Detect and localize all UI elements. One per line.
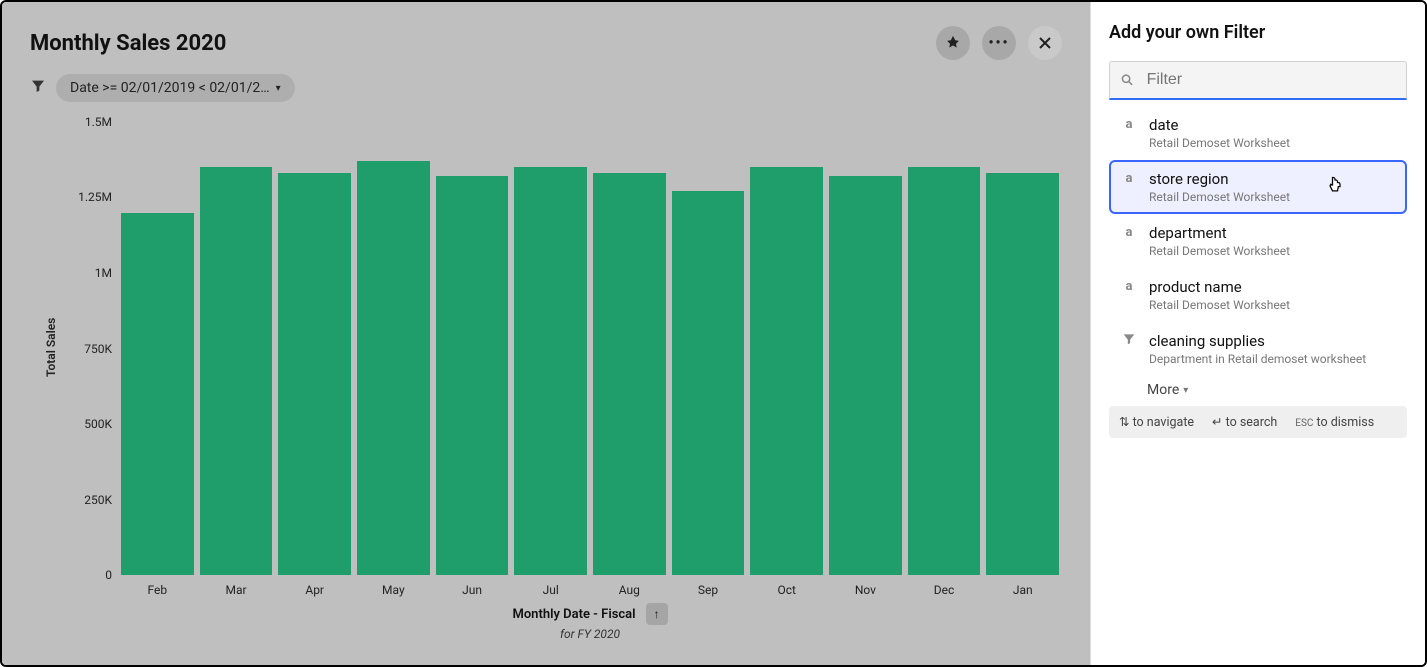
filter-search-box[interactable] — [1109, 61, 1407, 100]
x-tick-label: Aug — [590, 583, 669, 597]
chart-bar[interactable] — [357, 161, 430, 575]
x-tick-label: Nov — [826, 583, 905, 597]
filter-result-item[interactable]: cleaning supplies Department in Retail de… — [1109, 322, 1407, 376]
search-icon — [1120, 72, 1135, 88]
result-sub: Retail Demoset Worksheet — [1149, 190, 1290, 204]
pin-icon — [946, 36, 960, 50]
close-icon — [1039, 37, 1051, 49]
x-tick-label: Apr — [275, 583, 354, 597]
more-label: More — [1147, 382, 1179, 398]
more-icon: ••• — [988, 35, 1009, 51]
x-tick-label: Jul — [511, 583, 590, 597]
hint-search: to search — [1226, 415, 1278, 430]
close-button[interactable] — [1028, 26, 1062, 60]
chart-area: Total Sales 1.5M1.25M1M750K500K250K0 Feb… — [48, 122, 1062, 645]
filter-search-input[interactable] — [1145, 70, 1396, 90]
side-panel-title: Add your own Filter — [1109, 22, 1407, 43]
result-name: product name — [1149, 278, 1290, 296]
y-axis-label: Total Sales — [44, 317, 58, 376]
result-name: cleaning supplies — [1149, 332, 1366, 350]
chevron-down-icon: ▾ — [276, 83, 281, 94]
chart-bar[interactable] — [436, 176, 509, 575]
result-sub: Department in Retail demoset worksheet — [1149, 352, 1366, 366]
filter-side-panel: Add your own Filter adateRetail Demoset … — [1090, 2, 1425, 665]
pin-button[interactable] — [936, 26, 970, 60]
enter-icon: ↵ — [1212, 415, 1222, 430]
chart-plot: 1.5M1.25M1M750K500K250K0 — [118, 122, 1062, 575]
attribute-type-icon: a — [1121, 224, 1137, 242]
y-tick-label: 750K — [60, 342, 112, 356]
result-name: department — [1149, 224, 1290, 242]
x-axis-label: Monthly Date - Fiscal — [512, 607, 635, 622]
y-tick-label: 500K — [60, 417, 112, 431]
result-sub: Retail Demoset Worksheet — [1149, 298, 1290, 312]
esc-key: ESC — [1295, 418, 1313, 429]
more-button[interactable]: ••• — [982, 26, 1016, 60]
chart-bar[interactable] — [908, 167, 981, 575]
filter-result-item[interactable]: adate Retail Demoset Worksheet — [1109, 106, 1407, 160]
chart-title: Monthly Sales 2020 — [30, 31, 226, 56]
x-tick-label: Jun — [433, 583, 512, 597]
cursor-pointer-icon — [1325, 174, 1345, 200]
filter-icon — [1121, 332, 1137, 352]
sort-button[interactable]: ↑ — [646, 603, 668, 625]
main-viz-panel: Monthly Sales 2020 ••• Date >= 02/01/201… — [2, 2, 1090, 665]
arrows-icon: ⇅ — [1119, 415, 1129, 430]
filter-results: adateRetail Demoset Worksheetastore regi… — [1109, 106, 1407, 376]
chart-bar[interactable] — [750, 167, 823, 575]
active-filter-pill[interactable]: Date >= 02/01/2019 < 02/01/2… ▾ — [56, 74, 295, 102]
result-name: date — [1149, 116, 1290, 134]
filter-result-item[interactable]: a department Retail Demoset Worksheet — [1109, 214, 1407, 268]
result-sub: Retail Demoset Worksheet — [1149, 136, 1290, 150]
y-tick-label: 250K — [60, 493, 112, 507]
result-name: store region — [1149, 170, 1290, 188]
x-tick-label: Jan — [983, 583, 1062, 597]
chevron-down-icon: ▾ — [1183, 385, 1188, 396]
y-tick-label: 1M — [60, 266, 112, 280]
chart-bar[interactable] — [829, 176, 902, 575]
attribute-type-icon: a — [1121, 116, 1137, 134]
y-tick-label: 1.25M — [60, 190, 112, 204]
x-axis-sublabel: for FY 2020 — [118, 627, 1062, 641]
filter-result-item[interactable]: a store region Retail Demoset Worksheet — [1109, 160, 1407, 214]
x-tick-label: Sep — [669, 583, 748, 597]
x-tick-label: Mar — [197, 583, 276, 597]
arrow-up-icon: ↑ — [654, 607, 660, 621]
attribute-type-icon: a — [1121, 278, 1137, 296]
y-tick-label: 0 — [60, 568, 112, 582]
x-tick-label: May — [354, 583, 433, 597]
result-sub: Retail Demoset Worksheet — [1149, 244, 1290, 258]
more-results-link[interactable]: More ▾ — [1109, 376, 1407, 398]
attribute-type-icon: a — [1121, 170, 1137, 188]
keyboard-hints: ⇅ to navigate ↵ to search ESC to dismiss — [1109, 406, 1407, 438]
filter-icon — [30, 78, 46, 98]
x-tick-label: Dec — [905, 583, 984, 597]
filter-pill-label: Date >= 02/01/2019 < 02/01/2… — [70, 80, 270, 96]
x-tick-label: Feb — [118, 583, 197, 597]
hint-dismiss: to dismiss — [1317, 415, 1375, 430]
chart-bar[interactable] — [986, 173, 1059, 575]
chart-bar[interactable] — [200, 167, 273, 575]
chart-bar[interactable] — [593, 173, 666, 575]
hint-navigate: to navigate — [1133, 415, 1194, 430]
chart-bar[interactable] — [672, 191, 745, 575]
filter-result-item[interactable]: a product name Retail Demoset Worksheet — [1109, 268, 1407, 322]
chart-bar[interactable] — [278, 173, 351, 575]
chart-bar[interactable] — [121, 213, 194, 575]
chart-bar[interactable] — [514, 167, 587, 575]
x-tick-label: Oct — [747, 583, 826, 597]
y-tick-label: 1.5M — [60, 115, 112, 129]
